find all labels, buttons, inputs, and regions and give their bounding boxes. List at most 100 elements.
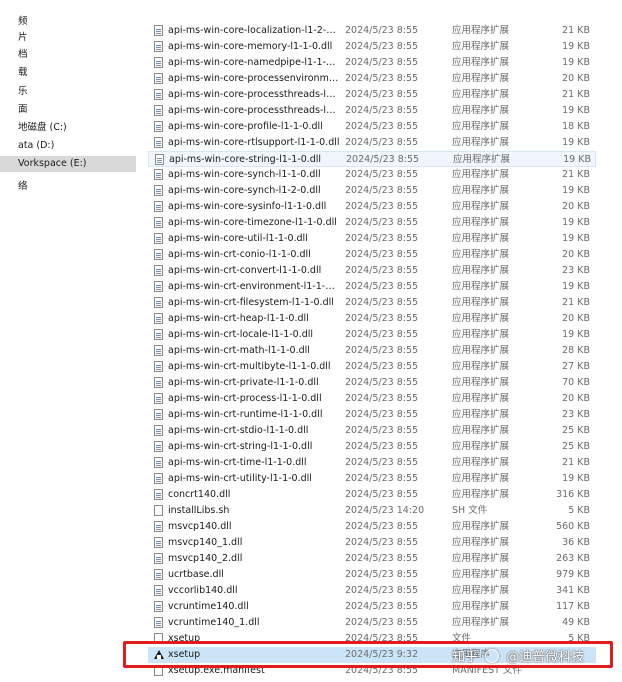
file-row[interactable]: api-ms-win-core-processthreads-l1-... 202… [148,103,596,119]
file-type: 应用程序扩展 [452,601,510,612]
file-row[interactable]: api-ms-win-core-string-l1-1-0.dll 2024/5/… [148,151,596,167]
file-size: 20 KB [562,393,590,404]
file-date: 2024/5/23 8:55 [345,249,419,260]
file-type: 应用程序扩展 [452,473,510,484]
nav-item[interactable]: 片 [0,30,136,46]
dll-file-icon [154,201,163,212]
file-row[interactable]: api-ms-win-core-synch-l1-2-0.dll 2024/5/2… [148,183,596,199]
file-icon [154,505,163,516]
dll-file-icon [154,425,163,436]
file-row[interactable]: api-ms-win-crt-time-l1-1-0.dll 2024/5/23 … [148,455,596,471]
file-date: 2024/5/23 8:55 [345,521,419,532]
file-name: installLibs.sh [168,505,230,516]
nav-item[interactable]: 络 [0,179,136,195]
file-row[interactable]: api-ms-win-crt-math-l1-1-0.dll 2024/5/23 … [148,343,596,359]
file-row[interactable]: api-ms-win-crt-heap-l1-1-0.dll 2024/5/23 … [148,311,596,327]
file-name: api-ms-win-crt-string-l1-1-0.dll [168,441,313,452]
file-row[interactable]: msvcp140.dll 2024/5/23 8:55 应用程序扩展 560 KB [148,519,596,535]
file-date: 2024/5/23 8:55 [345,553,419,564]
file-list: api-ms-win-core-localization-l1-2-0.dll 2… [148,0,622,682]
file-size: 25 KB [562,441,590,452]
file-row[interactable]: api-ms-win-crt-process-l1-1-0.dll 2024/5/… [148,391,596,407]
file-size: 19 KB [562,185,590,196]
file-row[interactable]: xsetup 2024/5/23 8:55 文件 5 KB [148,631,596,647]
nav-item[interactable]: 地磁盘 (C:) [0,120,136,136]
file-name: api-ms-win-core-sysinfo-l1-1-0.dll [168,201,327,212]
file-date: 2024/5/23 8:55 [345,89,419,100]
file-row[interactable]: api-ms-win-core-timezone-l1-1-0.dll 2024/… [148,215,596,231]
file-size: 20 KB [562,249,590,260]
dll-file-icon [154,489,163,500]
file-date: 2024/5/23 8:55 [345,441,419,452]
file-row[interactable]: installLibs.sh 2024/5/23 14:20 SH 文件 5 KB [148,503,596,519]
nav-item[interactable]: ata (D:) [0,138,136,154]
file-row[interactable]: api-ms-win-crt-stdio-l1-1-0.dll 2024/5/23… [148,423,596,439]
file-row[interactable]: api-ms-win-crt-locale-l1-1-0.dll 2024/5/2… [148,327,596,343]
dll-file-icon [154,57,163,68]
dll-file-icon [154,329,163,340]
file-size: 19 KB [562,473,590,484]
file-row[interactable]: api-ms-win-crt-utility-l1-1-0.dll 2024/5/… [148,471,596,487]
file-row[interactable]: api-ms-win-core-processthreads-l1-... 202… [148,87,596,103]
file-row[interactable]: api-ms-win-core-profile-l1-1-0.dll 2024/5… [148,119,596,135]
file-type: 应用程序扩展 [452,617,510,628]
dll-file-icon [154,249,163,260]
file-row[interactable]: msvcp140_1.dll 2024/5/23 8:55 应用程序扩展 36 KB [148,535,596,551]
nav-item[interactable]: 档 [0,47,136,63]
file-row[interactable]: api-ms-win-core-util-l1-1-0.dll 2024/5/23… [148,231,596,247]
file-name: api-ms-win-crt-private-l1-1-0.dll [168,377,319,388]
file-row[interactable]: api-ms-win-core-localization-l1-2-0.dll 2… [148,23,596,39]
nav-item[interactable]: 乐 [0,84,136,100]
file-row[interactable]: api-ms-win-core-processenvironmen... 2024… [148,71,596,87]
file-date: 2024/5/23 9:32 [345,649,419,660]
nav-item[interactable]: 载 [0,65,136,81]
file-type: 应用程序扩展 [452,217,510,228]
dll-file-icon [154,361,163,372]
file-row[interactable]: api-ms-win-core-sysinfo-l1-1-0.dll 2024/5… [148,199,596,215]
file-name: api-ms-win-crt-runtime-l1-1-0.dll [168,409,323,420]
file-row[interactable]: api-ms-win-core-memory-l1-1-0.dll 2024/5/… [148,39,596,55]
file-size: 316 KB [556,489,590,500]
file-row[interactable]: vccorlib140.dll 2024/5/23 8:55 应用程序扩展 341 K… [148,583,596,599]
file-type: 应用程序扩展 [452,425,510,436]
file-row[interactable]: ucrtbase.dll 2024/5/23 8:55 应用程序扩展 979 KB [148,567,596,583]
file-size: 21 KB [562,457,590,468]
nav-item[interactable]: Vorkspace (E:) [0,156,136,172]
file-row[interactable]: api-ms-win-crt-environment-l1-1-0.dll 202… [148,279,596,295]
file-row[interactable]: api-ms-win-core-namedpipe-l1-1-0.dll 2024… [148,55,596,71]
file-row[interactable]: api-ms-win-crt-filesystem-l1-1-0.dll 2024… [148,295,596,311]
file-size: 36 KB [562,537,590,548]
file-row[interactable]: vcruntime140_1.dll 2024/5/23 8:55 应用程序扩展 49… [148,615,596,631]
file-row[interactable]: xsetup.exe.manifest 2024/5/23 8:55 MANIFES… [148,663,596,679]
file-row[interactable]: concrt140.dll 2024/5/23 8:55 应用程序扩展 316 KB [148,487,596,503]
file-name: api-ms-win-core-timezone-l1-1-0.dll [168,217,337,228]
file-row[interactable]: api-ms-win-crt-runtime-l1-1-0.dll 2024/5/… [148,407,596,423]
file-type: 应用程序扩展 [452,169,510,180]
file-date: 2024/5/23 8:55 [345,633,419,644]
file-type: 应用程序扩展 [452,249,510,260]
file-name: xsetup [168,649,201,660]
file-date: 2024/5/23 8:55 [346,154,420,165]
file-row[interactable]: api-ms-win-crt-multibyte-l1-1-0.dll 2024/… [148,359,596,375]
file-name: api-ms-win-crt-utility-l1-1-0.dll [168,473,312,484]
dll-file-icon [154,217,163,228]
nav-item[interactable]: 频 [0,14,136,30]
file-date: 2024/5/23 8:55 [345,297,419,308]
file-date: 2024/5/23 8:55 [345,185,419,196]
file-row[interactable]: vcruntime140.dll 2024/5/23 8:55 应用程序扩展 117 … [148,599,596,615]
file-row[interactable]: api-ms-win-crt-string-l1-1-0.dll 2024/5/2… [148,439,596,455]
file-row[interactable]: api-ms-win-core-rtlsupport-l1-1-0.dll 202… [148,135,596,151]
file-date: 2024/5/23 8:55 [345,409,419,420]
file-type: 应用程序扩展 [452,569,510,580]
file-type: 应用程序扩展 [452,329,510,340]
file-row[interactable]: api-ms-win-crt-private-l1-1-0.dll 2024/5/… [148,375,596,391]
file-row[interactable]: api-ms-win-crt-convert-l1-1-0.dll 2024/5/… [148,263,596,279]
file-name: api-ms-win-crt-conio-l1-1-0.dll [168,249,311,260]
dll-file-icon [154,121,163,132]
file-row[interactable]: api-ms-win-crt-conio-l1-1-0.dll 2024/5/23… [148,247,596,263]
file-row[interactable]: msvcp140_2.dll 2024/5/23 8:55 应用程序扩展 263 KB [148,551,596,567]
file-size: 21 KB [562,169,590,180]
file-size: 19 KB [562,105,590,116]
nav-item[interactable]: 面 [0,102,136,118]
file-row[interactable]: api-ms-win-core-synch-l1-1-0.dll 2024/5/2… [148,167,596,183]
